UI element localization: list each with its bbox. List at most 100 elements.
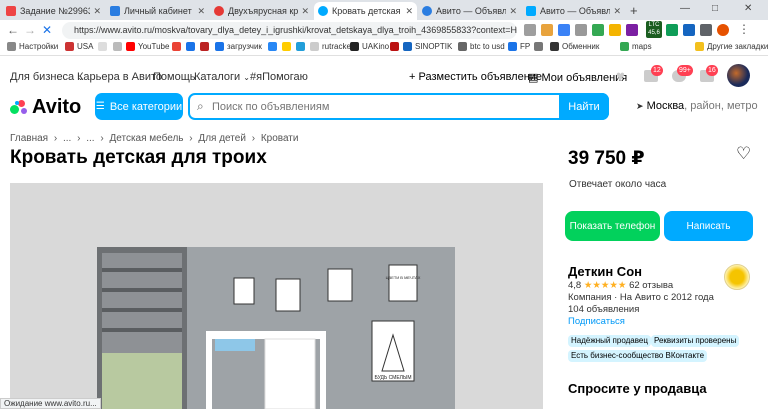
search-input[interactable]	[212, 95, 552, 118]
bookmark-item[interactable]: USA	[65, 42, 93, 51]
breadcrumb-link[interactable]: ...	[86, 133, 94, 144]
close-icon[interactable]: ✕	[301, 6, 309, 17]
bookmark-item[interactable]: YouTube	[126, 42, 169, 51]
bookmark-item[interactable]	[172, 42, 184, 51]
messages-badge: 99+	[677, 65, 693, 76]
bookmark-folder[interactable]: Другие закладки	[695, 42, 768, 51]
browser-tab[interactable]: Личный кабинет - Обу✕	[106, 2, 209, 20]
bookmark-item[interactable]: rutracker	[310, 42, 354, 51]
bookmark-favicon-icon	[282, 42, 291, 51]
seller-badge-chip[interactable]: Реквизиты проверены	[651, 335, 740, 347]
back-icon[interactable]: ←	[7, 23, 19, 37]
header-link-help[interactable]: Помощь	[153, 71, 196, 83]
breadcrumb-link[interactable]: Детская мебель	[109, 133, 183, 144]
bookmark-favicon-icon	[350, 42, 359, 51]
breadcrumb-link[interactable]: Кровати	[261, 133, 299, 144]
header-link-ipomogayu[interactable]: #яПомогаю	[250, 71, 308, 83]
browser-menu-icon[interactable]: ⋮	[738, 22, 750, 36]
maximize-window-icon[interactable]: □	[712, 3, 718, 14]
bookmark-favicon-icon	[200, 42, 209, 51]
bookmark-item[interactable]	[282, 42, 294, 51]
bookmark-item[interactable]	[200, 42, 212, 51]
bookmark-item[interactable]: Обменник	[550, 42, 599, 51]
extension-icon[interactable]	[683, 24, 695, 36]
browser-tab[interactable]: Двухъярусная кроват✕	[210, 2, 313, 20]
browser-tab[interactable]: Авито — Объявления✕	[522, 2, 625, 20]
show-phone-button[interactable]: Показать телефон	[565, 211, 660, 241]
seller-badge-chip[interactable]: Есть бизнес-сообщество ВКонтакте	[568, 350, 708, 362]
extension-icon[interactable]	[626, 24, 638, 36]
extension-icon[interactable]	[666, 24, 678, 36]
search-button[interactable]: Найти	[559, 93, 609, 120]
region-selector[interactable]: ➤ Москва, район, метро	[636, 100, 758, 112]
avito-logo[interactable]: Avito	[10, 96, 81, 119]
extensions-puzzle-icon[interactable]	[700, 24, 712, 36]
bookmark-item[interactable]: загрузчик	[215, 42, 262, 51]
forward-icon[interactable]: →	[24, 23, 36, 37]
url-input[interactable]: https://www.avito.ru/moskva/tovary_dlya_…	[62, 22, 517, 39]
bookmark-favicon-icon	[215, 42, 224, 51]
header-link-catalogs[interactable]: Каталоги ⌄	[194, 71, 250, 83]
breadcrumb-link[interactable]: Для детей	[198, 133, 245, 144]
ltc-ticker-extension[interactable]: LTC 45,6	[646, 21, 662, 38]
minimize-window-icon[interactable]: —	[680, 3, 690, 14]
browser-tab[interactable]: Авито — Объявления✕	[418, 2, 521, 20]
bookmark-item[interactable]: btc to usd	[458, 42, 505, 51]
close-icon[interactable]: ✕	[509, 6, 517, 17]
bookmark-item[interactable]: UAKino	[350, 42, 389, 51]
new-tab-button[interactable]: +	[630, 3, 638, 18]
bookmark-item[interactable]: Настройки	[7, 42, 58, 51]
bookmark-item[interactable]	[113, 42, 125, 51]
bookmark-item[interactable]	[390, 42, 402, 51]
close-icon[interactable]: ✕	[197, 6, 205, 17]
browser-tab-bar: Задание №2996322 - а✕ Личный кабинет - О…	[0, 0, 768, 20]
extension-icon[interactable]	[558, 24, 570, 36]
breadcrumb-link[interactable]: Главная	[10, 133, 48, 144]
header-link-career[interactable]: Карьера в Авито	[77, 71, 162, 83]
bookmark-favicon-icon	[186, 42, 195, 51]
seller-logo-avatar[interactable]	[724, 264, 750, 290]
browser-tab-active[interactable]: Кровать детская для тр✕	[314, 2, 417, 20]
notifications-badge: 12	[651, 65, 663, 76]
tab-favicon-icon	[422, 6, 432, 16]
extension-icon[interactable]	[609, 24, 621, 36]
close-icon[interactable]: ✕	[405, 6, 413, 17]
subscribe-link[interactable]: Подписаться	[568, 316, 625, 327]
browser-tab[interactable]: Задание №2996322 - а✕	[2, 2, 105, 20]
stop-loading-icon[interactable]: ✕	[42, 23, 52, 37]
bookmark-item[interactable]: SINOPTIK	[403, 42, 452, 51]
breadcrumb-link[interactable]: ...	[63, 133, 71, 144]
extension-icon[interactable]	[541, 24, 553, 36]
close-window-icon[interactable]: ✕	[744, 3, 752, 14]
post-ad-link[interactable]: + Разместить объявление	[409, 71, 542, 83]
bookmark-item[interactable]	[268, 42, 280, 51]
add-to-favorites-heart-icon[interactable]: ♡	[736, 144, 751, 164]
extension-icon[interactable]	[524, 24, 536, 36]
favorites-heart-icon[interactable]: ♥	[616, 68, 625, 85]
bookmark-favicon-icon	[98, 42, 107, 51]
seller-name-link[interactable]: Деткин Сон	[568, 264, 642, 279]
close-icon[interactable]: ✕	[93, 6, 101, 17]
extension-icon[interactable]	[575, 24, 587, 36]
bookmark-item[interactable]: FP	[508, 42, 530, 51]
my-ads-link[interactable]: ▤ Мои объявления	[528, 71, 627, 84]
write-message-button[interactable]: Написать	[664, 211, 753, 241]
bookmark-item[interactable]: maps	[620, 42, 652, 51]
folder-icon	[695, 42, 704, 51]
all-categories-button[interactable]: ☰ Все категории	[95, 93, 183, 120]
document-icon: ▤	[528, 72, 539, 84]
bookmark-item[interactable]	[534, 42, 546, 51]
user-avatar[interactable]	[727, 64, 750, 87]
tab-favicon-icon	[318, 6, 328, 16]
bookmark-item[interactable]	[98, 42, 110, 51]
bookmark-item[interactable]	[296, 42, 308, 51]
bookmark-item[interactable]	[186, 42, 198, 51]
seller-ads-count-link[interactable]: 104 объявления	[568, 304, 639, 315]
header-link-business[interactable]: Для бизнеса ⌄	[10, 71, 84, 83]
seller-badge-chip[interactable]: Надёжный продавец	[568, 335, 651, 347]
extension-icon[interactable]	[592, 24, 604, 36]
seller-rating[interactable]: 4,8 ★★★★★ 62 отзыва	[568, 280, 673, 291]
profile-avatar-icon[interactable]	[717, 24, 729, 36]
listing-photo[interactable]: БУДЬ СМЕЛЫМ ЦВЕТИ В МЕЧТАХ	[10, 183, 543, 409]
close-icon[interactable]: ✕	[613, 6, 621, 17]
